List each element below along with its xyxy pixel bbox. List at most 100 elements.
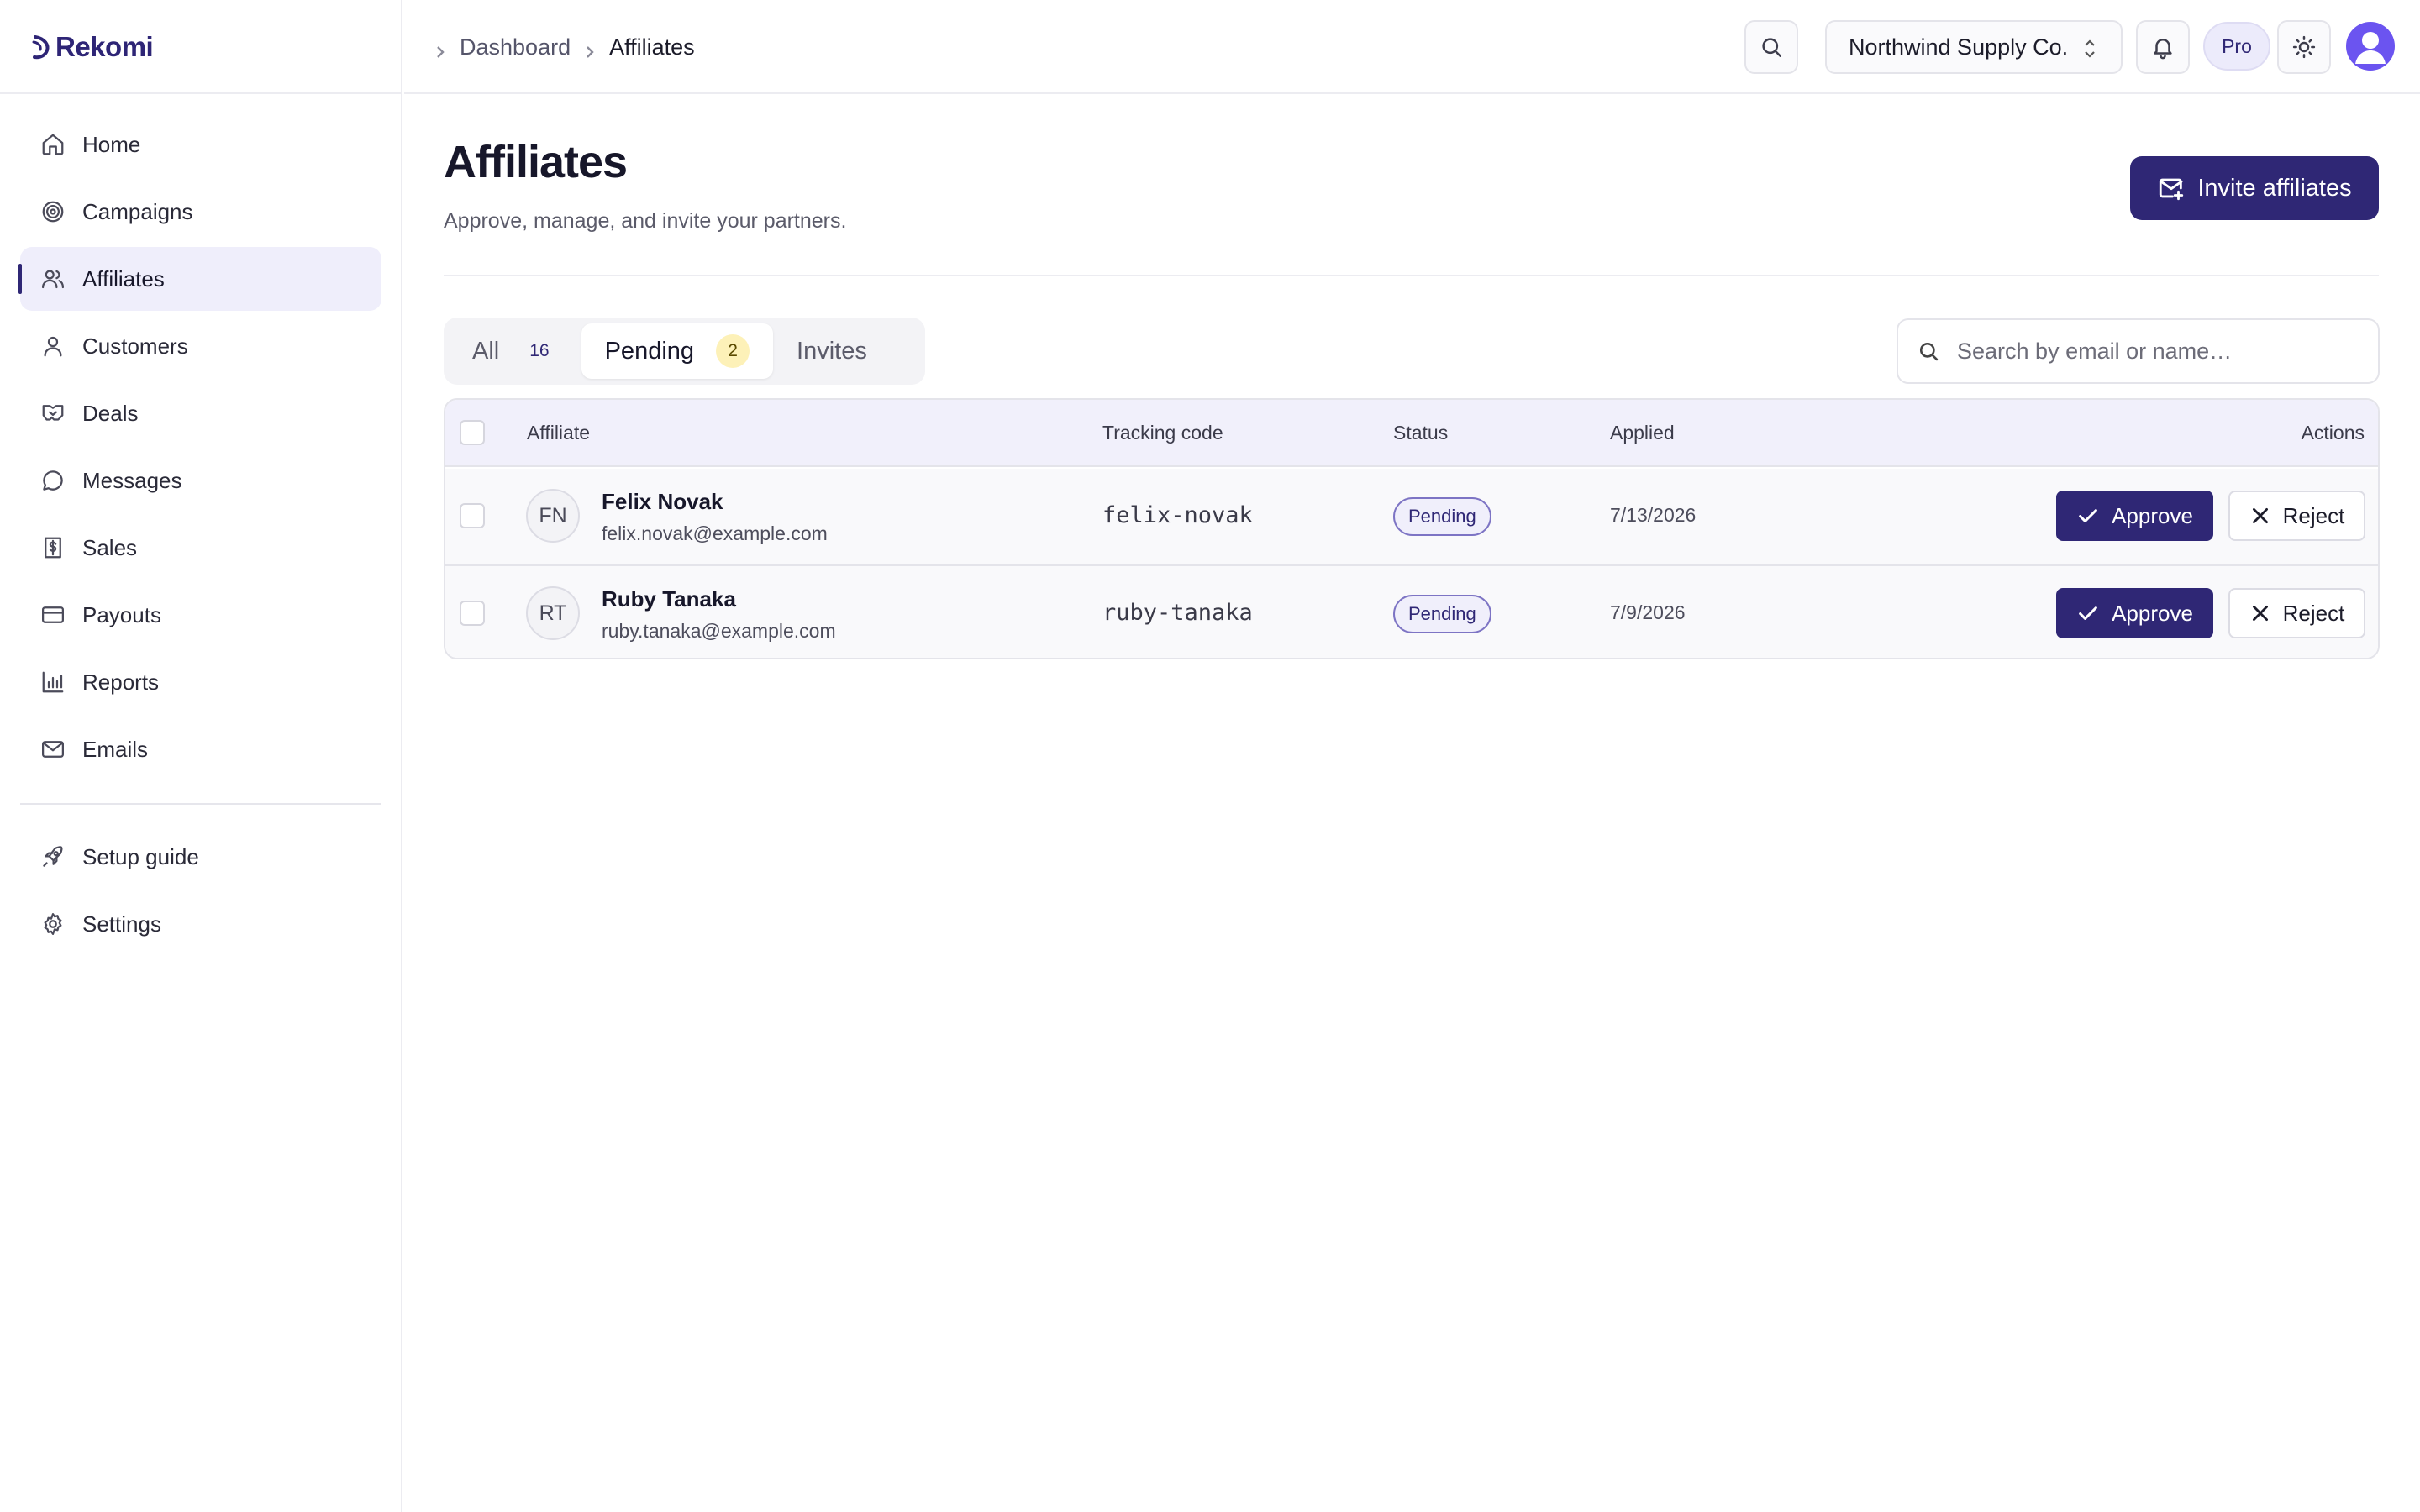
tab-label: All [472, 337, 500, 365]
column-header-actions: Actions [2301, 422, 2365, 444]
tab-pending[interactable]: Pending 2 [581, 323, 774, 379]
sidebar-item-label: Sales [82, 534, 138, 560]
divider [0, 92, 402, 94]
home-icon [40, 132, 66, 157]
affiliate-name: Ruby Tanaka [602, 586, 736, 612]
status-badge: Pending [1393, 497, 1491, 536]
sidebar-item-messages[interactable]: Messages [20, 449, 381, 512]
rekomi-logo-icon [32, 35, 50, 60]
table-row: FN Felix Novak felix.novak@example.com f… [445, 469, 2378, 564]
invite-affiliates-button[interactable]: Invite affiliates [2130, 156, 2379, 220]
sidebar-item-sales[interactable]: Sales [20, 516, 381, 580]
organization-name: Northwind Supply Co. [1849, 34, 2069, 60]
search-button[interactable] [1744, 20, 1798, 74]
target-icon [40, 199, 66, 224]
divider [20, 803, 381, 805]
bell-icon [2154, 39, 2172, 60]
approve-label: Approve [2112, 600, 2193, 626]
sidebar-item-affiliates[interactable]: Affiliates [18, 247, 381, 311]
row-checkbox[interactable] [460, 601, 485, 626]
sidebar-nav: Home Campaigns Affiliates Customers Deal… [18, 113, 381, 785]
table-header: Affiliate Tracking code Status Applied A… [445, 400, 2378, 467]
sidebar-item-campaigns[interactable]: Campaigns [20, 180, 381, 244]
approve-label: Approve [2112, 502, 2193, 528]
applied-date: 7/13/2026 [1610, 504, 1697, 526]
sidebar-item-deals[interactable]: Deals [20, 381, 381, 445]
sidebar-item-label: Settings [82, 911, 161, 937]
user-avatar[interactable] [2346, 22, 2395, 71]
search-icon [1917, 339, 1940, 363]
mail-plus-icon [2160, 178, 2184, 201]
search-icon [1762, 38, 1781, 57]
approve-button[interactable]: Approve [2056, 491, 2213, 541]
sidebar-item-label: Campaigns [82, 198, 193, 224]
sidebar-item-emails[interactable]: Emails [20, 717, 381, 781]
sidebar-item-label: Payouts [82, 601, 161, 627]
main-content: Affiliates Approve, manage, and invite y… [404, 94, 2420, 1512]
affiliate-tabs: All 16 Pending 2 Invites [444, 318, 925, 385]
search-input[interactable]: Search by email or name… [1897, 318, 2380, 384]
notifications-button[interactable] [2136, 20, 2190, 74]
affiliate-name: Felix Novak [602, 489, 723, 514]
column-header-tracking-code[interactable]: Tracking code [1102, 422, 1223, 444]
theme-toggle-button[interactable] [2277, 20, 2331, 74]
sidebar-item-payouts[interactable]: Payouts [20, 583, 381, 647]
credit-card-icon [40, 602, 66, 627]
app-logo[interactable]: Rekomi [30, 30, 154, 64]
tab-label: Pending [604, 337, 695, 365]
tab-label: Invites [797, 337, 867, 365]
sidebar-item-settings[interactable]: Settings [20, 892, 381, 956]
applied-date: 7/9/2026 [1610, 601, 1686, 623]
plan-badge[interactable]: Pro [2203, 22, 2270, 71]
close-icon [2252, 606, 2268, 621]
breadcrumb-current: Affiliates [609, 34, 695, 60]
column-header-applied[interactable]: Applied [1610, 422, 1675, 444]
approve-button[interactable]: Approve [2056, 588, 2213, 638]
affiliate-email: felix.novak@example.com [602, 522, 828, 544]
sidebar-item-reports[interactable]: Reports [20, 650, 381, 714]
sidebar-item-label: Affiliates [82, 265, 165, 291]
breadcrumb: Dashboard Affiliates [433, 30, 695, 64]
rocket-icon [40, 844, 66, 869]
tracking-code: felix-novak [1102, 502, 1253, 528]
chevron-up-down-icon [2081, 37, 2099, 60]
tab-all[interactable]: All 16 [449, 323, 581, 379]
reject-button[interactable]: Reject [2228, 588, 2365, 638]
sidebar-item-customers[interactable]: Customers [20, 314, 381, 378]
row-checkbox[interactable] [460, 503, 485, 528]
tab-count-badge: 16 [529, 341, 550, 360]
select-all-checkbox[interactable] [460, 420, 485, 445]
chevron-right-icon [582, 39, 597, 58]
sidebar-item-setup-guide[interactable]: Setup guide [20, 825, 381, 889]
sidebar-item-home[interactable]: Home [20, 113, 381, 176]
sidebar-secondary-nav: Setup guide Settings [20, 825, 381, 959]
reject-label: Reject [2282, 502, 2345, 528]
table-row: RT Ruby Tanaka ruby.tanaka@example.com r… [445, 564, 2378, 658]
search-placeholder: Search by email or name… [1957, 338, 2233, 364]
page-subtitle: Approve, manage, and invite your partner… [444, 209, 847, 233]
top-bar: Dashboard Affiliates Northwind Supply Co… [404, 0, 2420, 94]
gear-icon [40, 911, 66, 937]
sidebar-item-label: Setup guide [82, 843, 199, 869]
affiliate-avatar: FN [526, 489, 580, 543]
tab-count-badge: 2 [716, 334, 750, 368]
divider [444, 275, 2379, 276]
chevron-right-icon [433, 39, 448, 58]
tab-invites[interactable]: Invites [773, 323, 891, 379]
affiliates-table: Affiliate Tracking code Status Applied A… [444, 398, 2380, 659]
sidebar-item-label: Emails [82, 736, 149, 762]
sidebar-item-label: Customers [82, 333, 188, 359]
sidebar-item-label: Deals [82, 400, 139, 426]
page-title: Affiliates [444, 137, 628, 187]
reject-label: Reject [2282, 600, 2345, 626]
column-header-status[interactable]: Status [1393, 422, 1448, 444]
sidebar-item-label: Messages [82, 467, 182, 493]
bar-chart-icon [40, 669, 66, 695]
handshake-icon [40, 401, 66, 426]
affiliate-email: ruby.tanaka@example.com [602, 620, 836, 642]
reject-button[interactable]: Reject [2228, 491, 2365, 541]
breadcrumb-dashboard[interactable]: Dashboard [460, 34, 571, 60]
organization-select[interactable]: Northwind Supply Co. [1825, 20, 2123, 74]
column-header-affiliate[interactable]: Affiliate [527, 422, 590, 444]
receipt-dollar-icon [40, 535, 66, 560]
